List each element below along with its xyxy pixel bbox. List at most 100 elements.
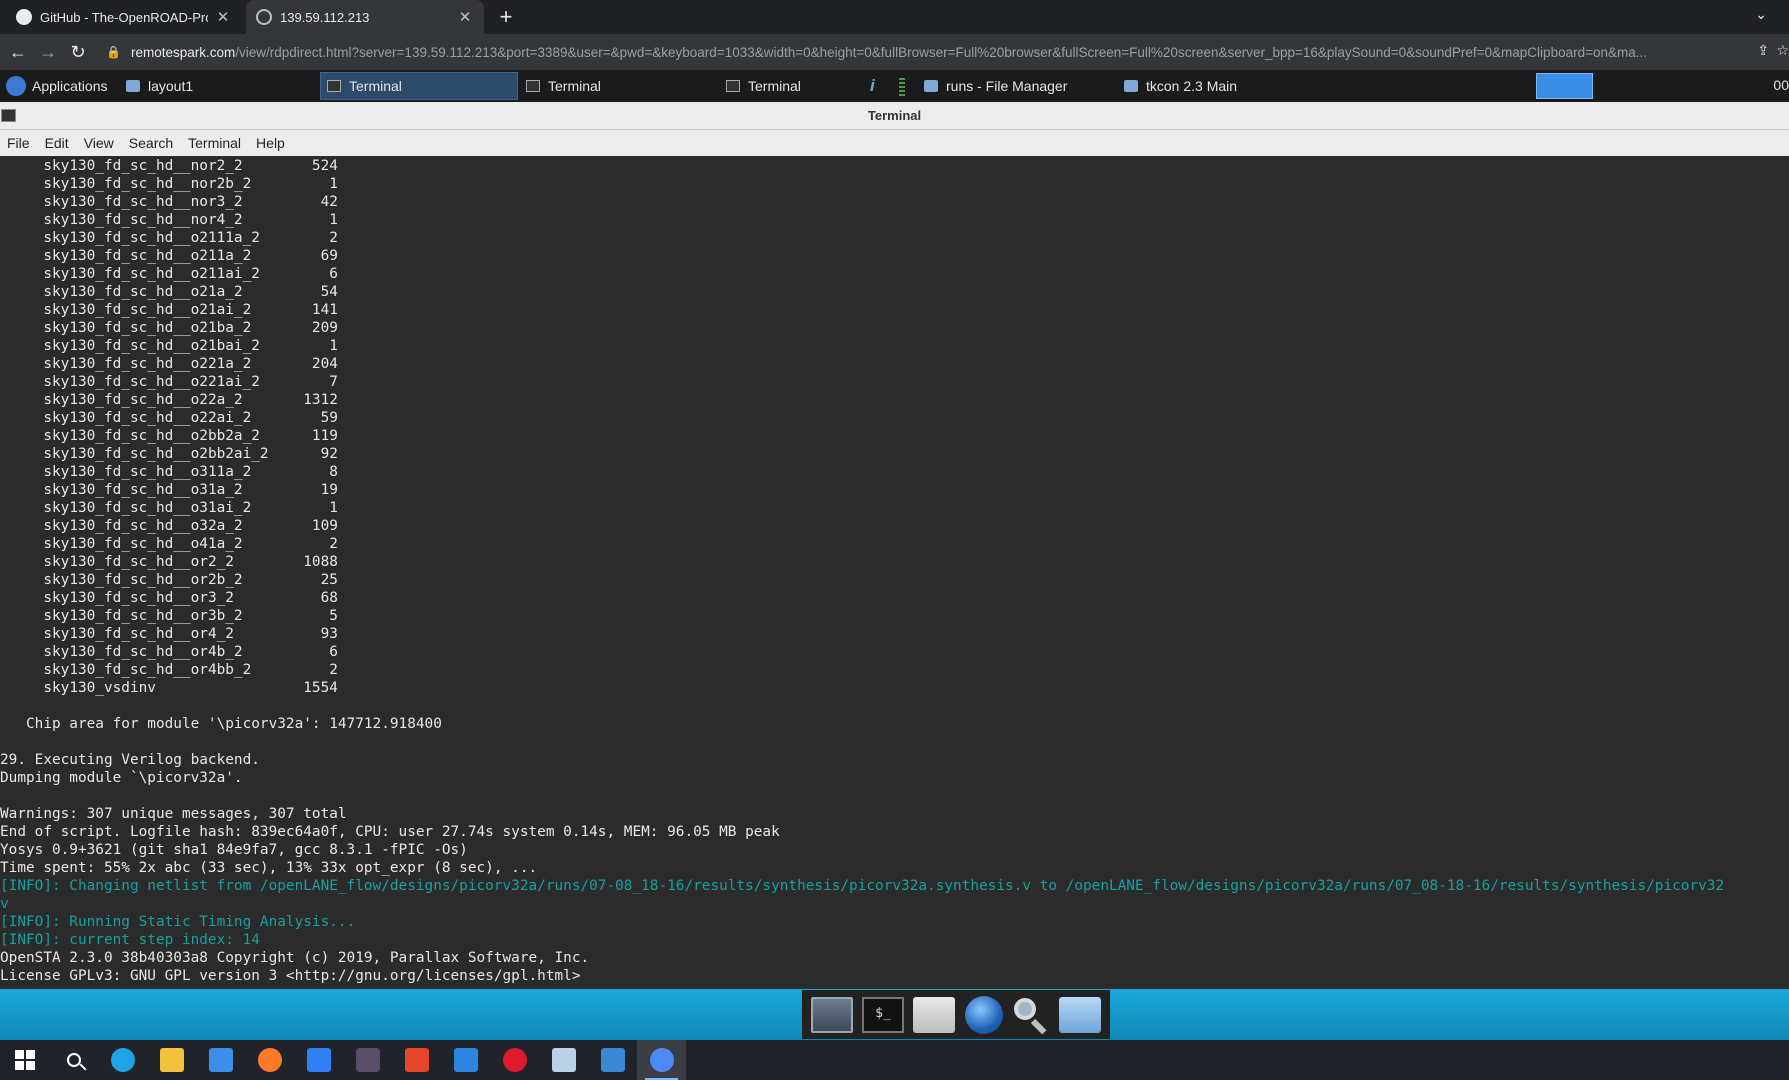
chevron-down-icon[interactable]: ⌄ — [1755, 6, 1767, 23]
opera-icon[interactable] — [490, 1040, 539, 1080]
taskbar-button-file-manager[interactable]: runs - File Manager — [918, 72, 1116, 100]
info-icon[interactable]: i — [870, 76, 875, 96]
workspace-pager[interactable] — [1536, 73, 1593, 99]
cell-count-row: sky130_fd_sc_hd__o221ai_2 7 — [0, 373, 1789, 391]
cell-count-row: sky130_fd_sc_hd__nor4_2 1 — [0, 211, 1789, 229]
address-bar[interactable]: 🔒 remotespark.com /view/rdpdirect.html?s… — [106, 38, 1746, 66]
reload-icon[interactable]: ↻ — [66, 40, 90, 64]
notes-icon[interactable] — [539, 1040, 588, 1080]
menu-search[interactable]: Search — [122, 135, 181, 151]
terminal-icon[interactable]: $_ — [861, 996, 904, 1033]
firefox-icon[interactable] — [245, 1040, 294, 1080]
cell-name: sky130_fd_sc_hd__o41a_2 — [43, 536, 243, 552]
desktop-icon[interactable] — [810, 996, 853, 1033]
log-line: 29. Executing Verilog backend. — [0, 752, 260, 768]
cell-count: 25 — [320, 572, 338, 588]
cell-count-row: sky130_fd_sc_hd__or4_2 93 — [0, 625, 1789, 643]
taskbar-button-terminal-2[interactable]: Terminal — [520, 72, 716, 100]
windows-taskbar — [0, 1040, 1789, 1080]
terminal-icon — [327, 80, 341, 92]
close-icon[interactable]: ✕ — [214, 8, 232, 26]
cell-name: sky130_fd_sc_hd__o2bb2ai_2 — [43, 446, 269, 462]
log-line: Dumping module `\picorv32a'. — [0, 770, 243, 786]
cell-count: 93 — [320, 626, 338, 642]
cell-name: sky130_fd_sc_hd__o31a_2 — [43, 482, 243, 498]
lock-icon[interactable]: 🔒 — [106, 45, 121, 59]
photos-icon[interactable] — [588, 1040, 637, 1080]
url-path: /view/rdpdirect.html?server=139.59.112.2… — [235, 44, 1648, 60]
cell-count-row: sky130_fd_sc_hd__or3b_2 5 — [0, 607, 1789, 625]
window-titlebar[interactable]: Terminal — [0, 102, 1789, 130]
taskbar-button-terminal-3[interactable]: Terminal — [720, 72, 860, 100]
cell-count-row: sky130_vsdinv 1554 — [0, 679, 1789, 697]
cell-count-row: sky130_fd_sc_hd__o221a_2 204 — [0, 355, 1789, 373]
menu-file[interactable]: File — [0, 135, 38, 151]
cell-count: 68 — [320, 590, 338, 606]
cell-name: sky130_fd_sc_hd__o2111a_2 — [43, 230, 260, 246]
terminal-output[interactable]: sky130_fd_sc_hd__nor2_2 524 sky130_fd_sc… — [0, 156, 1789, 989]
cell-name: sky130_fd_sc_hd__o22ai_2 — [43, 410, 252, 426]
edge-icon[interactable] — [98, 1040, 147, 1080]
menu-terminal[interactable]: Terminal — [181, 135, 249, 151]
taskbar-button-layout1[interactable]: layout1 — [120, 72, 316, 100]
cell-count-row: sky130_fd_sc_hd__o32a_2 109 — [0, 517, 1789, 535]
cell-count-row: sky130_fd_sc_hd__or2_2 1088 — [0, 553, 1789, 571]
forward-icon[interactable]: → — [36, 40, 60, 64]
back-icon[interactable]: ← — [6, 40, 30, 64]
mail-icon[interactable] — [441, 1040, 490, 1080]
log-line: Chip area for module '\picorv32a': 14771… — [0, 716, 442, 732]
share-icon[interactable]: ⇪ — [1757, 42, 1769, 59]
cell-count-row: sky130_fd_sc_hd__nor2_2 524 — [0, 157, 1789, 175]
chrome-icon[interactable] — [637, 1040, 686, 1080]
cell-count: 1 — [329, 338, 338, 354]
cell-name: sky130_fd_sc_hd__nor3_2 — [43, 194, 243, 210]
tab-github[interactable]: GitHub - The-OpenROAD-Project ✕ — [6, 0, 242, 34]
info-log-line: v — [0, 896, 9, 912]
home-folder-icon[interactable] — [913, 996, 956, 1033]
menu-view[interactable]: View — [77, 135, 122, 151]
file-explorer-icon[interactable] — [147, 1040, 196, 1080]
cell-count: 19 — [320, 482, 338, 498]
store-icon[interactable] — [196, 1040, 245, 1080]
tab-remote-session[interactable]: 139.59.112.213 ✕ — [246, 0, 484, 34]
cell-name: sky130_fd_sc_hd__o21ba_2 — [43, 320, 252, 336]
close-icon[interactable]: ✕ — [456, 8, 474, 26]
cell-name: sky130_fd_sc_hd__or4b_2 — [43, 644, 243, 660]
new-tab-button[interactable]: + — [494, 4, 518, 30]
bookmark-star-icon[interactable]: ☆ — [1776, 42, 1789, 59]
cell-name: sky130_fd_sc_hd__or4bb_2 — [43, 662, 252, 678]
cell-count-row: sky130_fd_sc_hd__o21bai_2 1 — [0, 337, 1789, 355]
search-icon[interactable] — [49, 1040, 98, 1080]
cell-count: 1554 — [303, 680, 338, 696]
log-line: Yosys 0.9+3621 (git sha1 84e9fa7, gcc 8.… — [0, 842, 468, 858]
web-browser-icon[interactable] — [964, 995, 1003, 1034]
applications-menu[interactable]: Applications — [0, 72, 116, 100]
log-line: Time spent: 55% 2x abc (33 sec), 13% 33x… — [0, 860, 538, 876]
folder-icon[interactable] — [1059, 996, 1102, 1033]
tab-title: 139.59.112.213 — [280, 9, 370, 25]
cell-count-row: sky130_fd_sc_hd__or4bb_2 2 — [0, 661, 1789, 679]
cell-count: 1312 — [303, 392, 338, 408]
dropbox-icon[interactable] — [294, 1040, 343, 1080]
info-log-line: [INFO]: Changing netlist from /openLANE_… — [0, 878, 1725, 894]
menu-help[interactable]: Help — [249, 135, 293, 151]
cell-count: 2 — [329, 662, 338, 678]
game-icon[interactable] — [343, 1040, 392, 1080]
github-icon — [16, 9, 32, 25]
office-icon[interactable] — [392, 1040, 441, 1080]
menu-edit[interactable]: Edit — [38, 135, 77, 151]
cell-count: 8 — [329, 464, 338, 480]
cell-name: sky130_fd_sc_hd__o221ai_2 — [43, 374, 260, 390]
start-icon[interactable] — [0, 1040, 49, 1080]
cell-name: sky130_fd_sc_hd__or2_2 — [43, 554, 234, 570]
search-icon[interactable] — [1012, 996, 1050, 1034]
cell-count-row: sky130_fd_sc_hd__nor2b_2 1 — [0, 175, 1789, 193]
panel-clock: 00 — [1773, 77, 1789, 93]
cell-count-row: sky130_fd_sc_hd__nor3_2 42 — [0, 193, 1789, 211]
taskbar-button-terminal-1[interactable]: Terminal — [320, 72, 518, 100]
cell-count-row: sky130_fd_sc_hd__o211a_2 69 — [0, 247, 1789, 265]
taskbar-button-tkcon[interactable]: tkcon 2.3 Main — [1118, 72, 1314, 100]
xfce-mouse-icon — [6, 76, 26, 96]
globe-icon — [256, 9, 272, 25]
